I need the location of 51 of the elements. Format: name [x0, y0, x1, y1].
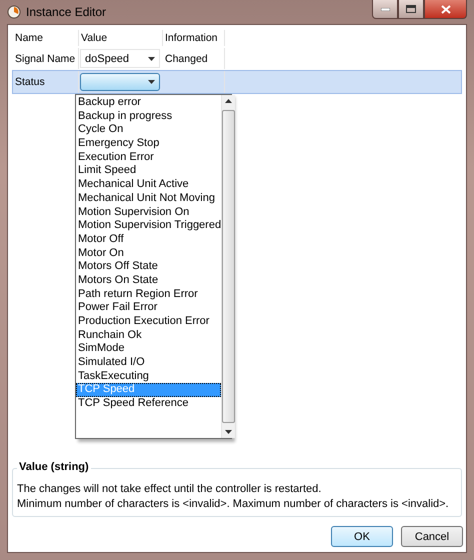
scroll-up-icon — [225, 99, 232, 103]
dropdown-item[interactable]: Backup error — [76, 96, 222, 110]
dropdown-item[interactable]: Cycle On — [76, 123, 222, 138]
ok-button[interactable]: OK — [331, 526, 393, 547]
column-header[interactable]: Value — [79, 30, 163, 46]
dropdown-item[interactable]: Production Execution Error — [76, 315, 222, 329]
dropdown-item[interactable]: Motion Supervision On — [76, 206, 222, 220]
dropdown-item[interactable]: Runchain Ok — [76, 328, 222, 342]
info-text: Minimum number of characters is <invalid>. Maximum number of characters is <invalid>. — [17, 497, 450, 512]
window-title: Instance Editor — [26, 5, 106, 19]
column-header[interactable]: Information — [163, 30, 225, 46]
dropdown-item[interactable]: Backup in progress — [76, 110, 222, 124]
table-cell: Signal Name — [13, 48, 79, 69]
dropdown-item[interactable]: Motors Off State — [76, 260, 222, 274]
dropdown-item[interactable]: Path return Region Error — [76, 288, 222, 302]
table-row[interactable]: Signal Name doSpeed Changed — [12, 47, 462, 70]
column-header[interactable]: Name — [13, 30, 79, 46]
close-icon — [440, 4, 450, 14]
dropdown-item[interactable]: SimMode — [76, 342, 222, 356]
maximize-button[interactable] — [398, 0, 424, 19]
dropdown-item[interactable]: Motion Supervision Triggered — [76, 219, 222, 233]
dropdown-item[interactable]: Power Fail Error — [76, 301, 222, 315]
group-title: Value (string) — [17, 461, 91, 473]
scrollbar[interactable] — [221, 95, 236, 438]
dropdown-item[interactable]: Mechanical Unit Active — [76, 178, 222, 192]
app-icon — [7, 5, 21, 19]
cancel-button[interactable]: Cancel — [401, 526, 463, 547]
minimize-icon — [380, 8, 390, 10]
maximize-icon — [406, 5, 416, 13]
dropdown-item[interactable]: TCP Speed Reference — [76, 397, 222, 411]
minimize-button[interactable] — [372, 0, 398, 19]
value-combobox[interactable] — [80, 73, 160, 91]
dropdown-item[interactable]: Simulated I/O — [76, 356, 222, 370]
table-row[interactable]: Status — [12, 70, 462, 94]
dropdown-item[interactable]: Limit Speed — [76, 164, 222, 178]
table-cell: Status — [13, 71, 79, 93]
dropdown-item[interactable]: TaskExecuting — [76, 370, 222, 384]
scroll-down-icon — [225, 430, 232, 434]
dropdown-item[interactable]: Mechanical Unit Not Moving — [76, 192, 222, 206]
dropdown-item[interactable]: Emergency Stop — [76, 137, 222, 151]
dropdown-item[interactable]: Motor On — [76, 246, 222, 260]
value-combobox[interactable]: doSpeed — [80, 49, 160, 68]
dropdown-arrow-icon — [148, 56, 155, 60]
table-cell: Changed — [163, 48, 225, 69]
dropdown-item[interactable]: Motor Off — [76, 232, 222, 247]
scroll-thumb[interactable] — [222, 110, 236, 423]
dropdown-item[interactable]: Motors On State — [76, 274, 222, 288]
info-text: The changes will not take effect until the controller is restarted. — [17, 482, 322, 497]
close-button[interactable] — [424, 0, 467, 19]
dropdown-arrow-icon — [148, 80, 155, 84]
dropdown-item[interactable]: Execution Error — [76, 150, 222, 164]
